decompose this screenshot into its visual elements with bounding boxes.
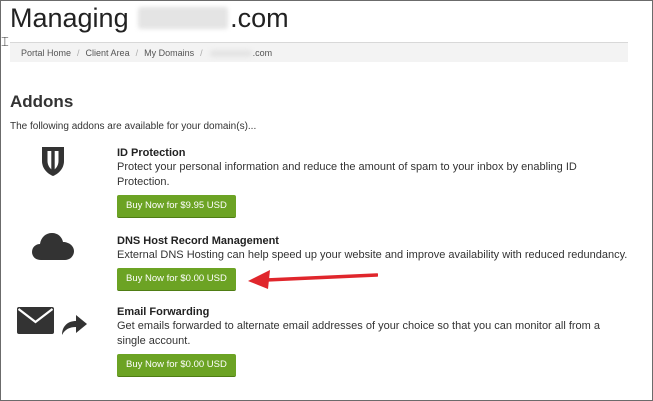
breadcrumb-separator: / <box>77 48 80 58</box>
mouse-cursor-icon: ⌶ <box>1 35 9 50</box>
cloud-icon <box>32 233 74 260</box>
breadcrumb-portal-home[interactable]: Portal Home <box>21 48 71 58</box>
buy-id-protection-button[interactable]: Buy Now for $9.95 USD <box>117 195 236 218</box>
breadcrumb-domain-suffix: .com <box>252 48 273 58</box>
redacted-domain <box>138 6 229 29</box>
annotation-arrow-icon <box>248 270 378 289</box>
redacted-domain-crumb <box>209 50 252 58</box>
breadcrumb: Portal Home / Client Area / My Domains / .com <box>10 42 628 62</box>
addon-name: ID Protection <box>117 147 186 159</box>
addon-email-forwarding: Email Forwarding Get emails forwarded to… <box>117 305 627 377</box>
addons-heading: Addons <box>10 92 74 111</box>
addon-id-protection: ID Protection Protect your personal info… <box>117 146 627 218</box>
shield-icon <box>42 147 64 176</box>
addon-description: External DNS Hosting can help speed up y… <box>117 249 628 261</box>
addon-name: Email Forwarding <box>117 306 210 318</box>
breadcrumb-separator: / <box>200 48 203 58</box>
page-title-suffix: .com <box>230 3 289 33</box>
breadcrumb-my-domains[interactable]: My Domains <box>144 48 194 58</box>
addon-description: Protect your personal information and re… <box>117 161 577 188</box>
addons-intro: The following addons are available for y… <box>10 121 257 132</box>
buy-email-forwarding-button[interactable]: Buy Now for $0.00 USD <box>117 354 236 377</box>
forward-arrow-icon <box>62 315 87 335</box>
breadcrumb-separator: / <box>135 48 139 58</box>
buy-dns-management-button[interactable]: Buy Now for $0.00 USD <box>117 268 236 291</box>
page-title: Managing .com <box>10 3 289 34</box>
addon-dns-host-record: DNS Host Record Management External DNS … <box>117 234 647 291</box>
addon-description: Get emails forwarded to alternate email … <box>117 320 601 347</box>
page-title-prefix: Managing <box>10 3 137 33</box>
envelope-icon <box>17 307 54 334</box>
addon-name: DNS Host Record Management <box>117 235 279 247</box>
breadcrumb-client-area[interactable]: Client Area <box>86 48 130 58</box>
